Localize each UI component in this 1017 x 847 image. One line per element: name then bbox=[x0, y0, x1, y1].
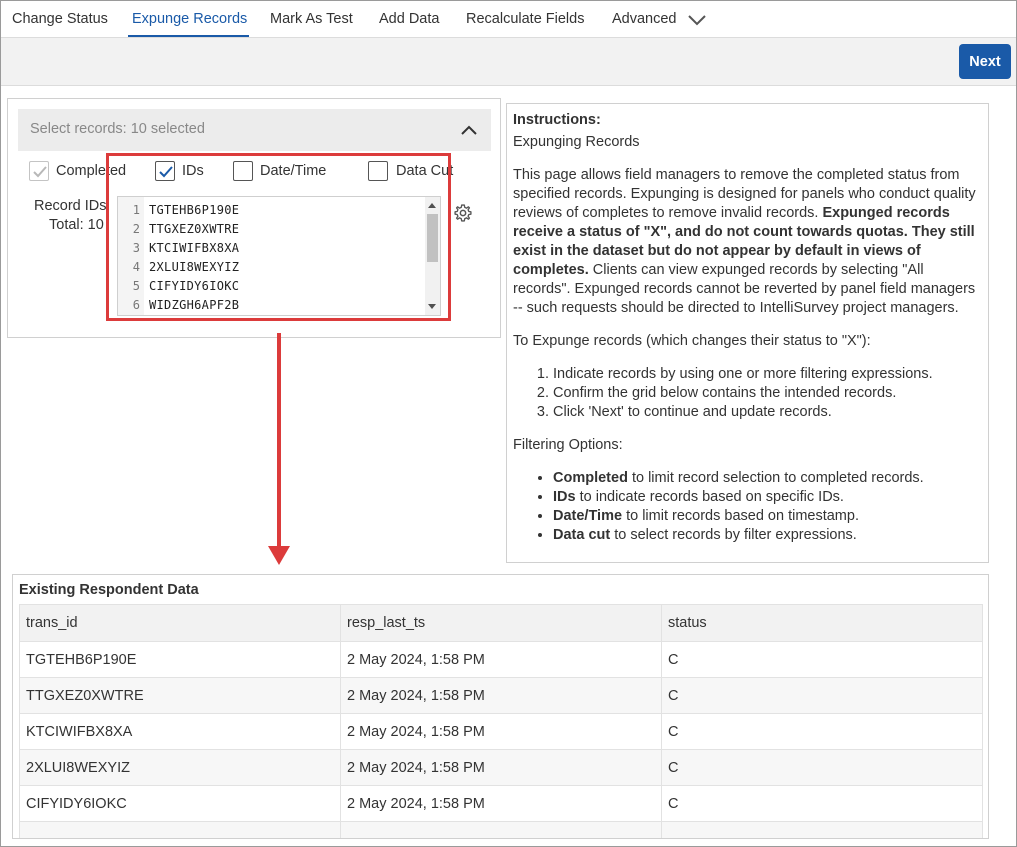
column-header-trans-id[interactable]: trans_id bbox=[19, 605, 341, 641]
chevron-up-icon[interactable] bbox=[460, 123, 478, 137]
step-item: Indicate records by using one or more fi… bbox=[553, 365, 982, 384]
step-item: Confirm the grid below contains the inte… bbox=[553, 384, 982, 403]
editor-scrollbar[interactable] bbox=[425, 197, 440, 315]
respondent-data-table: trans_id resp_last_ts status TGTEHB6P190… bbox=[19, 604, 983, 838]
instructions-subtitle: Expunging Records bbox=[513, 134, 640, 150]
tab-add-data[interactable]: Add Data bbox=[379, 11, 439, 27]
select-records-header[interactable]: Select records: 10 selected bbox=[18, 109, 491, 151]
completed-checkbox[interactable] bbox=[29, 161, 49, 181]
chevron-down-icon[interactable] bbox=[687, 13, 707, 27]
cell-resp-last-ts: 2 May 2024, 1:58 PM bbox=[341, 750, 662, 785]
scroll-up-icon[interactable] bbox=[428, 203, 436, 208]
column-header-status[interactable]: status bbox=[662, 605, 983, 641]
cell-status: C bbox=[662, 786, 983, 821]
next-button[interactable]: Next bbox=[959, 44, 1011, 79]
cell-resp-last-ts bbox=[341, 822, 662, 838]
option-item: Date/Time to limit records based on time… bbox=[553, 507, 982, 526]
respondent-data-title: Existing Respondent Data bbox=[19, 582, 199, 598]
select-records-summary: Select records: 10 selected bbox=[30, 121, 205, 137]
arrow-down-icon bbox=[268, 546, 290, 565]
table-row[interactable]: KTCIWIFBX8XA 2 May 2024, 1:58 PM C bbox=[19, 714, 983, 750]
cell-status bbox=[662, 822, 983, 838]
cell-resp-last-ts: 2 May 2024, 1:58 PM bbox=[341, 714, 662, 749]
scroll-down-icon[interactable] bbox=[428, 304, 436, 309]
active-tab-indicator bbox=[128, 35, 249, 37]
cell-trans-id: TTGXEZ0XWTRE bbox=[19, 678, 341, 713]
instructions-panel: Instructions: Expunging Records This pag… bbox=[506, 103, 989, 563]
action-toolbar bbox=[1, 38, 1016, 86]
cell-trans-id: KTCIWIFBX8XA bbox=[19, 714, 341, 749]
option-item: IDs to indicate records based on specifi… bbox=[553, 488, 982, 507]
editor-line: 3 KTCIWIFBX8XA bbox=[132, 241, 240, 255]
cell-trans-id: 2XLUI8WEXYIZ bbox=[19, 750, 341, 785]
cell-status: C bbox=[662, 714, 983, 749]
option-item: Completed to limit record selection to c… bbox=[553, 469, 982, 488]
data-cut-checkbox-label: Data Cut bbox=[396, 163, 454, 179]
cell-resp-last-ts: 2 May 2024, 1:58 PM bbox=[341, 678, 662, 713]
editor-line: 4 2XLUI8WEXYIZ bbox=[132, 260, 240, 274]
arrow-shaft bbox=[277, 333, 281, 549]
tab-bar: Change Status Expunge Records Mark As Te… bbox=[1, 1, 1016, 38]
editor-line: 1 TGTEHB6P190E bbox=[132, 203, 240, 217]
cell-status: C bbox=[662, 750, 983, 785]
tab-expunge-records[interactable]: Expunge Records bbox=[132, 11, 247, 27]
cell-trans-id bbox=[19, 822, 341, 838]
column-header-resp-last-ts[interactable]: resp_last_ts bbox=[341, 605, 662, 641]
data-cut-checkbox[interactable] bbox=[368, 161, 388, 181]
cell-resp-last-ts: 2 May 2024, 1:58 PM bbox=[341, 642, 662, 677]
editor-line: 5 CIFYIDY6IOKC bbox=[132, 279, 240, 293]
date-time-checkbox-label: Date/Time bbox=[260, 163, 327, 179]
table-row[interactable]: TTGXEZ0XWTRE 2 May 2024, 1:58 PM C bbox=[19, 678, 983, 714]
record-total-label: Total: 10 bbox=[49, 217, 104, 233]
check-icon bbox=[33, 166, 47, 178]
tab-advanced[interactable]: Advanced bbox=[612, 11, 677, 27]
table-row[interactable]: TGTEHB6P190E 2 May 2024, 1:58 PM C bbox=[19, 642, 983, 678]
cell-resp-last-ts: 2 May 2024, 1:58 PM bbox=[341, 786, 662, 821]
gear-icon[interactable] bbox=[453, 203, 473, 223]
cell-trans-id: TGTEHB6P190E bbox=[19, 642, 341, 677]
instructions-title: Instructions: bbox=[513, 112, 601, 128]
tab-recalculate-fields[interactable]: Recalculate Fields bbox=[466, 11, 584, 27]
options-title: Filtering Options: bbox=[513, 437, 623, 453]
table-row[interactable]: CIFYIDY6IOKC 2 May 2024, 1:58 PM C bbox=[19, 786, 983, 822]
record-ids-label: Record IDs bbox=[34, 198, 107, 214]
table-row[interactable]: 2XLUI8WEXYIZ 2 May 2024, 1:58 PM C bbox=[19, 750, 983, 786]
steps-title: To Expunge records (which changes their … bbox=[513, 333, 871, 349]
options-list: Completed to limit record selection to c… bbox=[513, 469, 982, 545]
tab-change-status[interactable]: Change Status bbox=[12, 11, 108, 27]
completed-checkbox-label: Completed bbox=[56, 163, 127, 179]
table-header-row: trans_id resp_last_ts status bbox=[19, 604, 983, 642]
date-time-checkbox[interactable] bbox=[233, 161, 253, 181]
scroll-thumb[interactable] bbox=[427, 214, 438, 262]
cell-status: C bbox=[662, 678, 983, 713]
instructions-intro: This page allows field managers to remov… bbox=[513, 167, 976, 316]
record-ids-editor[interactable]: 1 TGTEHB6P190E 2 TTGXEZ0XWTRE 3 KTCIWIFBX8X… bbox=[117, 196, 441, 316]
cell-trans-id: CIFYIDY6IOKC bbox=[19, 786, 341, 821]
check-icon bbox=[159, 166, 173, 178]
tab-mark-as-test[interactable]: Mark As Test bbox=[270, 11, 353, 27]
steps-list: Indicate records by using one or more fi… bbox=[513, 365, 982, 422]
editor-line: 2 TTGXEZ0XWTRE bbox=[132, 222, 240, 236]
option-item: Data cut to select records by filter exp… bbox=[553, 526, 982, 545]
cell-status: C bbox=[662, 642, 983, 677]
respondent-data-panel: Existing Respondent Data trans_id resp_l… bbox=[12, 574, 989, 839]
ids-checkbox[interactable] bbox=[155, 161, 175, 181]
table-row-partial[interactable] bbox=[19, 822, 983, 838]
ids-checkbox-label: IDs bbox=[182, 163, 204, 179]
editor-line: 6 WIDZGH6APF2B bbox=[132, 298, 240, 312]
step-item: Click 'Next' to continue and update reco… bbox=[553, 403, 982, 422]
